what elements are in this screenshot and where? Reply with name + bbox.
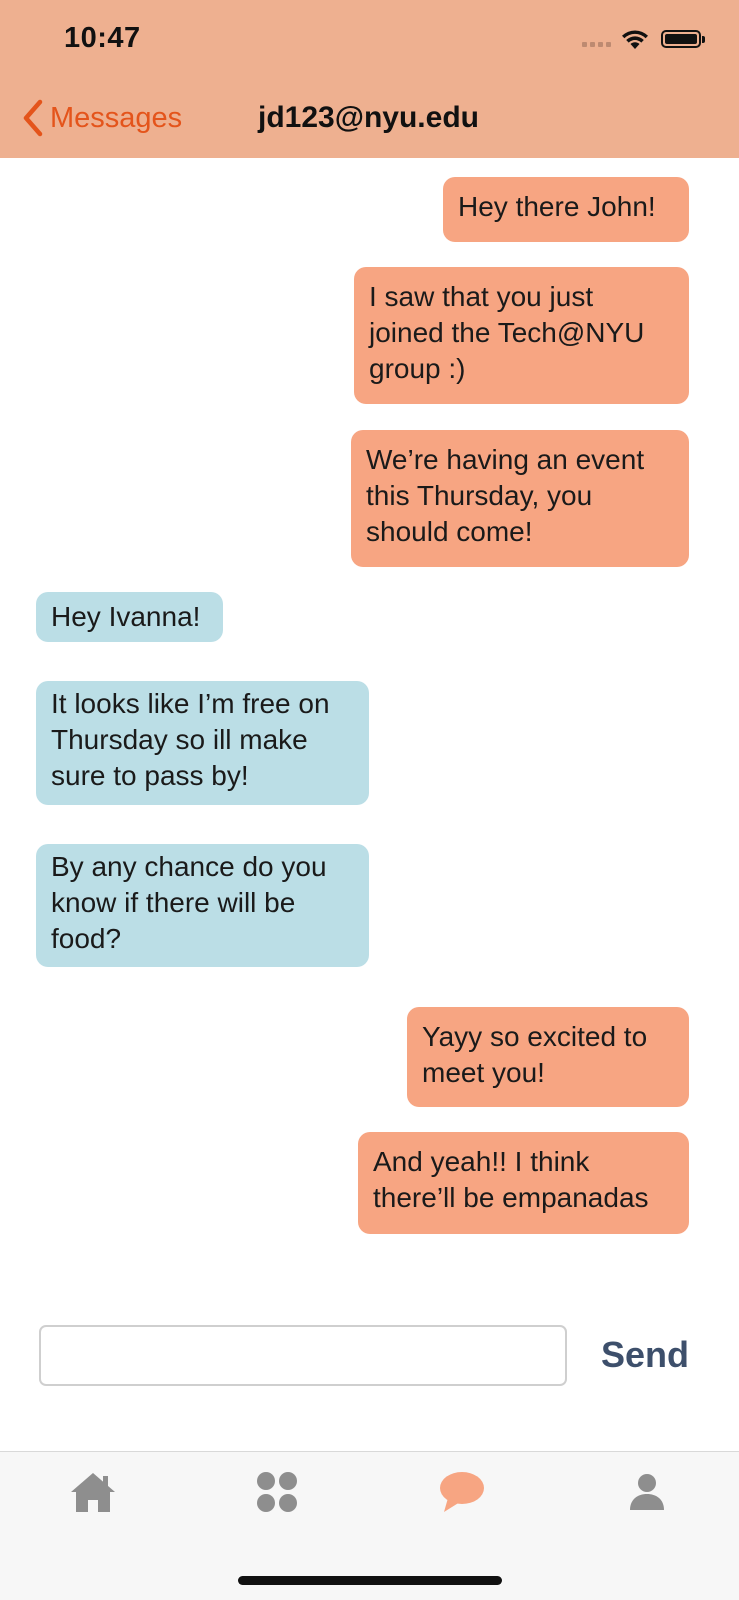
chevron-left-icon <box>23 99 43 137</box>
message-bubble-sent: Yayy so excited to meet you! <box>407 1007 689 1107</box>
status-indicators <box>582 26 705 52</box>
chat-icon <box>440 1472 484 1512</box>
header: 10:47 Messages jd123@nyu.edu <box>0 0 739 158</box>
tab-chat[interactable] <box>427 1462 497 1522</box>
message-bubble-received: By any chance do you know if there will … <box>36 844 369 967</box>
tab-profile[interactable] <box>612 1462 682 1522</box>
message-bubble-sent: And yeah!! I think there’ll be empanadas <box>358 1132 689 1234</box>
home-icon <box>71 1473 115 1512</box>
profile-icon <box>630 1474 664 1510</box>
message-bubble-received: Hey Ivanna! <box>36 592 223 642</box>
message-bubble-sent: We’re having an event this Thursday, you… <box>351 430 689 567</box>
battery-icon <box>661 30 705 48</box>
home-indicator <box>238 1576 502 1585</box>
message-bubble-sent: I saw that you just joined the Tech@NYU … <box>354 267 689 404</box>
send-button[interactable]: Send <box>590 1325 700 1385</box>
message-input[interactable] <box>39 1325 567 1386</box>
message-bubble-sent: Hey there John! <box>443 177 689 242</box>
cellular-signal-icon <box>582 26 611 52</box>
back-label: Messages <box>50 101 183 134</box>
message-bubble-received: It looks like I’m free on Thursday so il… <box>36 681 369 805</box>
status-time: 10:47 <box>64 22 141 54</box>
tab-groups[interactable] <box>242 1462 312 1522</box>
back-button[interactable]: Messages <box>22 96 182 140</box>
groups-icon <box>257 1472 297 1512</box>
tab-home[interactable] <box>58 1462 128 1522</box>
conversation-title: jd123@nyu.edu <box>258 101 479 134</box>
wifi-icon <box>622 30 648 49</box>
